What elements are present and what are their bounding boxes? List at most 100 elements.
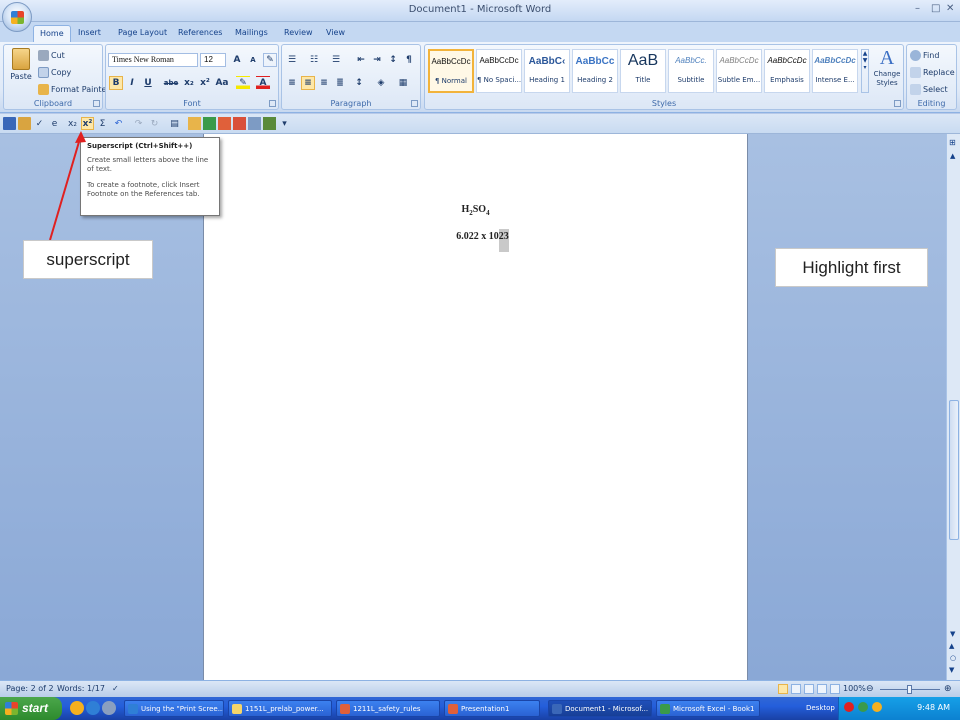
borders-icon[interactable]: ▦ (396, 76, 410, 90)
outline-icon[interactable] (817, 684, 827, 694)
show-marks-icon[interactable]: ¶ (402, 53, 416, 67)
italic-button[interactable]: I (125, 76, 139, 90)
minimize-button[interactable]: – (915, 3, 920, 14)
numbering-icon[interactable]: ☷ (307, 53, 321, 67)
full-screen-reading-icon[interactable] (791, 684, 801, 694)
shrink-font-icon[interactable]: A (246, 53, 260, 67)
paragraph-launcher-icon[interactable] (411, 100, 418, 107)
shading-icon[interactable]: ◈ (374, 76, 388, 90)
subscript-qat-button[interactable]: x₂ (66, 117, 79, 130)
close-button[interactable]: ✕ (946, 3, 954, 14)
proofing-icon[interactable]: ✓ (112, 684, 119, 693)
justify-icon[interactable]: ≣ (333, 76, 347, 90)
multilevel-list-icon[interactable]: ☰ (329, 53, 343, 67)
style-heading-2[interactable]: AaBbCc Heading 2 (572, 49, 618, 93)
grow-font-icon[interactable]: A (230, 53, 244, 67)
taskbar-item-print-screen[interactable]: Using the "Print Scree... (124, 700, 224, 717)
superscript-ribbon-button[interactable]: x² (198, 76, 212, 90)
tab-page-layout[interactable]: Page Layout (112, 25, 173, 42)
cut-button[interactable]: Cut (38, 48, 65, 62)
document-page[interactable]: H2SO4 6.022 x 1023 (203, 134, 748, 680)
strikethrough-button[interactable]: abe (162, 76, 180, 90)
tab-view[interactable]: View (320, 25, 351, 42)
clipart-icon[interactable] (263, 117, 276, 130)
paste-icon[interactable] (18, 117, 31, 130)
tab-mailings[interactable]: Mailings (229, 25, 274, 42)
replace-button[interactable]: Replace (910, 65, 955, 79)
tab-insert[interactable]: Insert (72, 25, 107, 42)
picture-icon[interactable] (248, 117, 261, 130)
change-styles-button[interactable]: A Change Styles (871, 47, 903, 97)
tab-home[interactable]: Home (33, 25, 71, 42)
taskbar-item-prelab[interactable]: 1151L_prelab_power... (228, 700, 332, 717)
clipboard-launcher-icon[interactable] (93, 100, 100, 107)
vertical-scrollbar[interactable]: ⊞ ▲ ▼ ▲ ○ ▼ (946, 134, 960, 680)
scroll-up-icon[interactable]: ▲ (950, 152, 955, 160)
line-spacing-icon[interactable]: ↕ (352, 76, 366, 90)
taskbar-item-word-document[interactable]: Document1 - Microsof... (548, 700, 652, 717)
style-subtle-emphasis[interactable]: AaBbCcDc Subtle Em... (716, 49, 762, 93)
bold-button[interactable]: B (109, 76, 123, 90)
font-color-icon[interactable]: A (256, 76, 270, 90)
tray-network-icon[interactable] (872, 702, 882, 712)
quick-launch-browser-icon[interactable] (70, 701, 84, 715)
highlight-color-icon[interactable]: ✎ (236, 76, 250, 90)
browse-object-icon[interactable]: ○ (950, 654, 956, 662)
desktop-toolbar-label[interactable]: Desktop (806, 704, 835, 712)
superscript-qat-button[interactable]: x² (81, 117, 94, 130)
tray-alert-icon[interactable] (844, 702, 854, 712)
style-subtitle[interactable]: AaBbCc. Subtitle (668, 49, 714, 93)
decrease-indent-icon[interactable]: ⇤ (354, 53, 368, 67)
print-layout-icon[interactable] (778, 684, 788, 694)
select-button[interactable]: Select (910, 82, 948, 96)
office-button[interactable] (2, 2, 32, 32)
taskbar-item-excel-book[interactable]: Microsoft Excel - Book1 (656, 700, 760, 717)
style-normal[interactable]: AaBbCcDc ¶ Normal (428, 49, 474, 93)
style-intense-emphasis[interactable]: AaBbCcDc Intense E... (812, 49, 858, 93)
sum-button[interactable]: Σ (96, 117, 109, 130)
pdf-icon[interactable] (233, 117, 246, 130)
next-page-icon[interactable]: ▼ (949, 666, 954, 674)
underline-button[interactable]: U (141, 76, 155, 90)
find-button[interactable]: Find (910, 48, 939, 62)
style-heading-1[interactable]: AaBbC‹ Heading 1 (524, 49, 570, 93)
chart-icon[interactable] (188, 117, 201, 130)
start-button[interactable]: start (0, 697, 62, 720)
ruler-toggle-icon[interactable]: ⊞ (949, 138, 956, 147)
styles-scroll-icon[interactable]: ▲ ▼ ▾ (861, 49, 869, 93)
table-icon[interactable]: ▤ (168, 117, 181, 130)
align-right-icon[interactable]: ≡ (317, 76, 331, 90)
undo-icon[interactable]: ↶ (112, 117, 125, 130)
align-left-icon[interactable]: ≡ (285, 76, 299, 90)
font-name-box[interactable]: Times New Roman (108, 53, 198, 67)
zoom-slider-thumb[interactable] (907, 685, 912, 694)
font-launcher-icon[interactable] (269, 100, 276, 107)
bullets-icon[interactable]: ☰ (285, 53, 299, 67)
styles-launcher-icon[interactable] (894, 100, 901, 107)
maximize-button[interactable]: □ (931, 3, 940, 14)
taskbar-item-presentation1[interactable]: Presentation1 (444, 700, 540, 717)
style-no-spacing[interactable]: AaBbCcDc ¶ No Spaci... (476, 49, 522, 93)
style-title[interactable]: AaB Title (620, 49, 666, 93)
repeat-icon[interactable]: ↻ (148, 117, 161, 130)
zoom-level[interactable]: 100% (843, 684, 866, 693)
excel-icon[interactable] (203, 117, 216, 130)
paste-button[interactable]: Paste (8, 48, 34, 92)
subscript-button[interactable]: x₂ (182, 76, 196, 90)
align-center-icon[interactable]: ≡ (301, 76, 315, 90)
scrollbar-thumb[interactable] (949, 400, 959, 540)
quick-launch-media-icon[interactable] (102, 701, 116, 715)
page-indicator[interactable]: Page: 2 of 2 (6, 684, 54, 693)
tray-shield-icon[interactable] (858, 702, 868, 712)
clock[interactable]: 9:48 AM (917, 703, 950, 712)
save-icon[interactable] (3, 117, 16, 130)
change-case-button[interactable]: Aa (214, 76, 230, 90)
tab-references[interactable]: References (172, 25, 228, 42)
web-layout-icon[interactable] (804, 684, 814, 694)
spelling-icon[interactable]: ✓ (33, 117, 46, 130)
font-size-box[interactable]: 12 (200, 53, 226, 67)
customize-qat-icon[interactable]: ▾ (278, 117, 291, 130)
previous-page-icon[interactable]: ▲ (949, 642, 954, 650)
tab-review[interactable]: Review (278, 25, 319, 42)
increase-indent-icon[interactable]: ⇥ (370, 53, 384, 67)
